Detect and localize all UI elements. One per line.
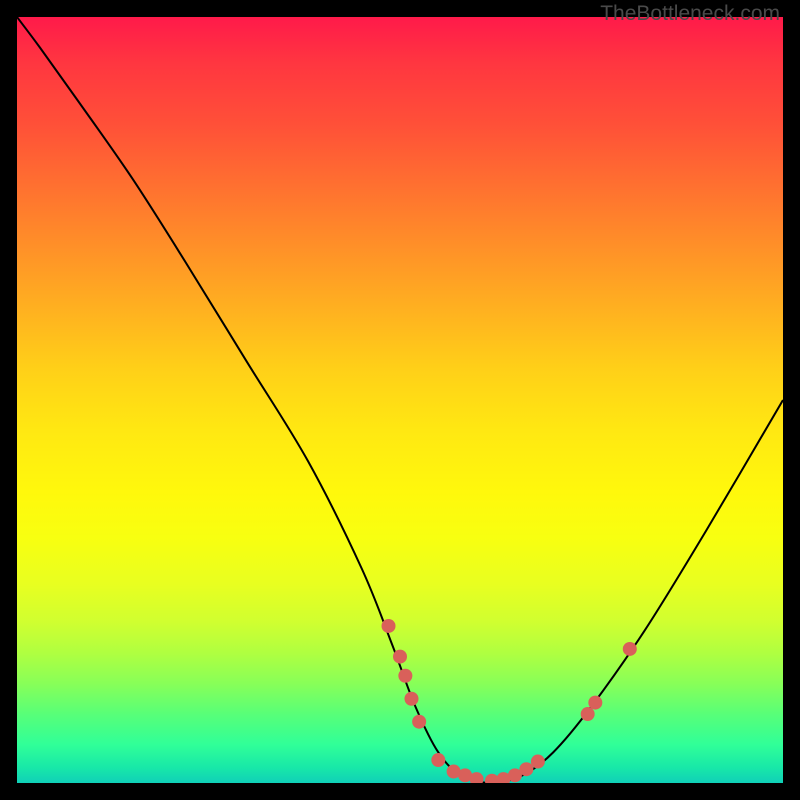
scatter-points-group [382,619,637,783]
chart-overlay [17,17,783,783]
scatter-point [404,692,418,706]
scatter-point [412,715,426,729]
bottleneck-curve [17,17,783,783]
scatter-point [588,696,602,710]
scatter-point [531,755,545,769]
scatter-point [519,762,533,776]
scatter-point [382,619,396,633]
chart-plot-area [17,17,783,783]
watermark-text: TheBottleneck.com [600,2,780,26]
scatter-point [398,669,412,683]
scatter-point [431,753,445,767]
scatter-point [623,642,637,656]
scatter-point [581,707,595,721]
scatter-point [393,650,407,664]
